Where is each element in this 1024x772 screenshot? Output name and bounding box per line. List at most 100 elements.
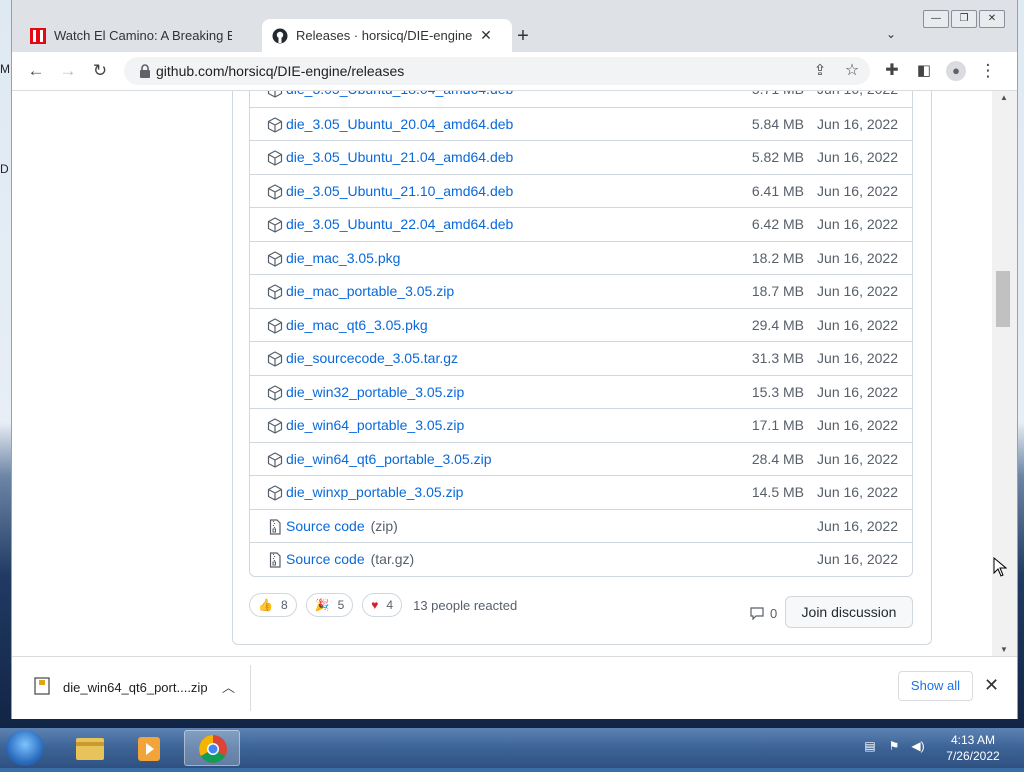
asset-row: die_mac_qt6_3.05.pkg 29.4 MB Jun 16, 2022 xyxy=(250,307,912,342)
thumbs-up-icon: 👍 xyxy=(258,598,273,612)
asset-link[interactable]: die_3.05_Ubuntu_21.04_amd64.deb xyxy=(286,149,513,165)
package-icon xyxy=(267,284,283,300)
reload-icon[interactable]: ↻ xyxy=(90,61,110,81)
scroll-down-icon[interactable]: ▼ xyxy=(1000,645,1008,654)
asset-date: Jun 16, 2022 xyxy=(817,551,898,567)
package-icon xyxy=(267,384,283,401)
asset-link[interactable]: die_mac_3.05.pkg xyxy=(286,250,400,266)
asset-format[interactable]: (zip) xyxy=(371,518,398,534)
asset-name[interactable]: die_winxp_portable_3.05.zip xyxy=(286,484,463,500)
asset-size: 18.7 MB xyxy=(751,283,804,299)
asset-size: 5.82 MB xyxy=(751,149,804,165)
start-button[interactable] xyxy=(6,730,44,766)
bookmark-star-icon[interactable]: ☆ xyxy=(842,61,862,81)
asset-link[interactable]: die_winxp_portable_3.05.zip xyxy=(286,484,463,500)
asset-name[interactable]: Source code xyxy=(286,518,365,534)
explorer-taskbar-icon[interactable] xyxy=(62,730,118,766)
asset-row: die_3.05_Ubuntu_18.04_amd64.deb 5.71 MB Ju… xyxy=(250,91,912,107)
asset-date: Jun 16, 2022 xyxy=(817,249,898,266)
asset-link[interactable]: die_mac_portable_3.05.zip xyxy=(286,283,454,299)
asset-size: 6.42 MB xyxy=(751,216,804,232)
asset-format[interactable]: (tar.gz) xyxy=(371,551,415,567)
asset-name[interactable]: die_mac_3.05.pkg xyxy=(286,250,400,266)
tab-search-icon[interactable]: ⌄ xyxy=(886,27,896,41)
github-icon xyxy=(272,28,288,43)
browser-toolbar: ← → ↻ github.com/horsicq/DIE-engine/rele… xyxy=(12,52,1017,91)
reaction-thumbs-up[interactable]: 👍 8 xyxy=(249,593,297,617)
asset-date: Jun 16, 2022 xyxy=(817,450,898,467)
asset-row: die_mac_3.05.pkg 18.2 MB Jun 16, 2022 xyxy=(250,240,912,275)
asset-link[interactable]: Source code (tar.gz) xyxy=(286,551,414,567)
asset-link[interactable]: die_3.05_Ubuntu_22.04_amd64.deb xyxy=(286,216,513,232)
asset-name[interactable]: die_3.05_Ubuntu_20.04_amd64.deb xyxy=(286,116,513,132)
asset-size: 31.3 MB xyxy=(751,350,804,366)
asset-link[interactable]: die_3.05_Ubuntu_20.04_amd64.deb xyxy=(286,116,513,132)
asset-name[interactable]: die_mac_qt6_3.05.pkg xyxy=(286,317,428,333)
close-icon[interactable]: ✕ xyxy=(478,27,494,44)
menu-kebab-icon[interactable]: ⋮ xyxy=(978,61,998,81)
asset-name[interactable]: die_win64_portable_3.05.zip xyxy=(286,417,464,433)
network-icon[interactable]: ▤ xyxy=(862,738,878,754)
asset-name[interactable]: die_sourcecode_3.05.tar.gz xyxy=(286,350,458,366)
chrome-taskbar-icon[interactable] xyxy=(184,730,240,766)
asset-link[interactable]: die_win64_portable_3.05.zip xyxy=(286,417,464,433)
asset-link[interactable]: die_sourcecode_3.05.tar.gz xyxy=(286,350,458,366)
comment-icon xyxy=(750,607,764,620)
asset-date: Jun 16, 2022 xyxy=(817,350,898,366)
volume-icon[interactable]: ◀) xyxy=(910,738,926,754)
maximize-button[interactable]: ❐ xyxy=(951,10,977,28)
asset-name[interactable]: die_3.05_Ubuntu_18.04_amd64.deb xyxy=(286,91,513,97)
scroll-thumb[interactable] xyxy=(996,271,1010,327)
download-filename[interactable]: die_win64_qt6_port....zip xyxy=(63,680,208,695)
asset-name[interactable]: die_3.05_Ubuntu_21.10_amd64.deb xyxy=(286,183,513,199)
asset-row: die_3.05_Ubuntu_22.04_amd64.deb 6.42 MB Ju… xyxy=(250,207,912,241)
new-tab-button[interactable]: + xyxy=(512,25,534,47)
action-center-icon[interactable]: ⚑ xyxy=(886,738,902,754)
asset-name[interactable]: die_3.05_Ubuntu_21.04_amd64.deb xyxy=(286,149,513,165)
join-discussion-button[interactable]: Join discussion xyxy=(785,596,913,628)
address-bar[interactable]: github.com/horsicq/DIE-engine/releases ⇪… xyxy=(124,57,870,85)
reaction-party[interactable]: 🎉 5 xyxy=(305,593,354,617)
reaction-heart[interactable]: ♥ 4 xyxy=(362,593,403,617)
extensions-icon[interactable]: ✚ xyxy=(882,61,902,81)
desktop-icon-label[interactable]: M xyxy=(0,62,10,76)
asset-link[interactable]: die_3.05_Ubuntu_18.04_amd64.deb xyxy=(286,91,513,97)
asset-link[interactable]: die_mac_qt6_3.05.pkg xyxy=(286,317,428,333)
side-panel-icon[interactable]: ◧ xyxy=(914,61,934,81)
back-icon[interactable]: ← xyxy=(26,61,46,81)
share-icon[interactable]: ⇪ xyxy=(810,61,830,81)
asset-row: die_win64_qt6_portable_3.05.zip 28.4 MB Ju… xyxy=(250,441,912,476)
tab-strip: Watch El Camino: A Breaking Bad Movie ✕ … xyxy=(12,0,1017,52)
asset-link[interactable]: die_3.05_Ubuntu_21.10_amd64.deb xyxy=(286,183,513,199)
asset-name[interactable]: die_win64_qt6_portable_3.05.zip xyxy=(286,451,492,467)
tab-releases[interactable]: Releases · horsicq/DIE-engine · GitHub ✕ xyxy=(262,19,512,52)
chevron-up-icon[interactable]: ︿ xyxy=(222,677,235,696)
asset-name[interactable]: die_3.05_Ubuntu_22.04_amd64.deb xyxy=(286,216,513,232)
asset-name[interactable]: die_mac_portable_3.05.zip xyxy=(286,283,454,299)
asset-link[interactable]: die_win32_portable_3.05.zip xyxy=(286,384,464,400)
asset-link[interactable]: Source code (zip) xyxy=(286,518,398,534)
package-icon xyxy=(267,418,283,434)
desktop-icon-label[interactable]: D xyxy=(0,162,9,176)
close-window-button[interactable]: ✕ xyxy=(979,10,1005,28)
forward-icon[interactable]: → xyxy=(58,61,78,81)
reactions-summary[interactable]: 13 people reacted xyxy=(413,598,517,613)
page-content: die_3.05_Ubuntu_18.04_amd64.deb 5.71 MB Ju… xyxy=(12,91,992,656)
close-icon[interactable]: ✕ xyxy=(984,675,999,696)
show-all-button[interactable]: Show all xyxy=(898,671,973,701)
package-icon xyxy=(267,116,283,133)
download-shelf: die_win64_qt6_port....zip ︿ Show all ✕ xyxy=(12,656,1017,719)
asset-link[interactable]: die_win64_qt6_portable_3.05.zip xyxy=(286,451,492,467)
media-player-taskbar-icon[interactable] xyxy=(122,730,178,766)
profile-avatar-icon[interactable]: ● xyxy=(946,61,966,81)
minimize-button[interactable]: — xyxy=(923,10,949,28)
asset-row: die_win32_portable_3.05.zip 15.3 MB Jun 16… xyxy=(250,374,912,409)
scroll-up-icon[interactable]: ▲ xyxy=(1000,93,1008,102)
asset-date: Jun 16, 2022 xyxy=(817,316,898,333)
asset-name[interactable]: die_win32_portable_3.05.zip xyxy=(286,384,464,400)
asset-name[interactable]: Source code xyxy=(286,551,365,567)
asset-size: 5.84 MB xyxy=(751,115,804,132)
zip-file-icon xyxy=(34,677,50,695)
clock[interactable]: 4:13 AM 7/26/2022 xyxy=(936,732,1010,764)
tab-el-camino[interactable]: Watch El Camino: A Breaking Bad Movie ✕ xyxy=(20,19,260,52)
